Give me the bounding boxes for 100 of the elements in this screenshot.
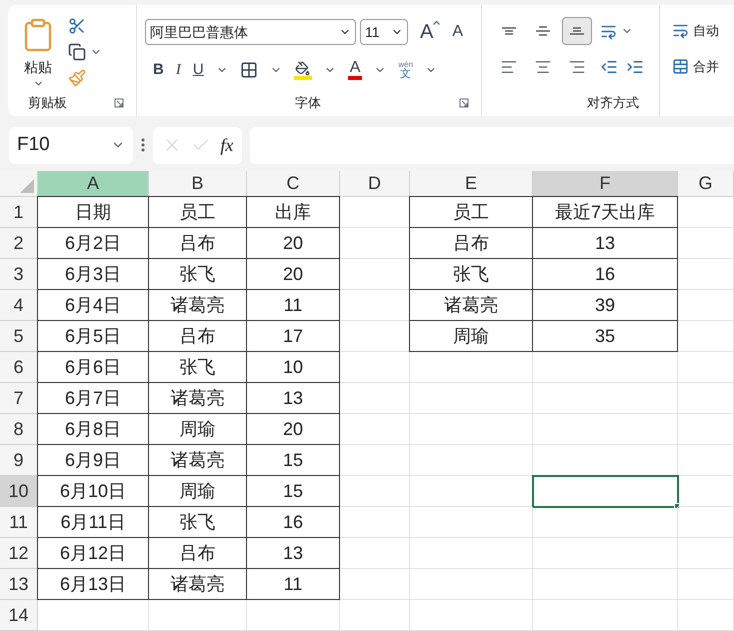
empty-cell[interactable] [678, 507, 734, 538]
empty-cell[interactable] [678, 197, 734, 228]
increase-indent-icon[interactable] [626, 58, 644, 76]
grow-font-button[interactable]: A [416, 17, 444, 47]
phonetic-button[interactable]: wén 文 [398, 60, 414, 80]
wrap-text-button[interactable]: 自动 [672, 21, 719, 40]
active-cell[interactable] [533, 476, 678, 507]
fill-bucket-icon[interactable] [295, 60, 310, 76]
table-cell: 11 [246, 568, 340, 600]
table-cell: 周瑜 [409, 320, 533, 352]
table-cell: 6月13日 [37, 568, 149, 600]
row-header[interactable]: 9 [0, 445, 38, 476]
empty-cell[interactable] [533, 569, 678, 600]
row-header[interactable]: 10 [0, 476, 38, 507]
empty-cell[interactable] [678, 290, 734, 321]
empty-cell[interactable] [410, 507, 533, 538]
empty-cell[interactable] [678, 321, 734, 352]
paintbrush-icon[interactable] [68, 69, 86, 87]
scissors-icon[interactable] [68, 17, 86, 35]
column-header[interactable]: G [678, 171, 734, 197]
row-header[interactable]: 8 [0, 414, 38, 445]
column-header[interactable]: B [149, 171, 247, 197]
bold-button[interactable]: B [153, 59, 164, 82]
empty-cell[interactable] [340, 600, 410, 631]
select-all-icon[interactable] [20, 179, 34, 193]
empty-cell[interactable] [533, 538, 678, 569]
shrink-font-button[interactable]: A [448, 20, 468, 44]
column-header[interactable]: F [533, 171, 678, 197]
empty-cell[interactable] [410, 383, 533, 414]
empty-cell[interactable] [678, 600, 734, 631]
empty-cell[interactable] [533, 507, 678, 538]
row-header[interactable]: 2 [0, 228, 38, 259]
vertical-align-button[interactable] [562, 17, 592, 45]
font-size-dropdown[interactable]: 11 [360, 19, 408, 45]
row-header[interactable]: 7 [0, 383, 38, 414]
wrap-icon [672, 22, 689, 40]
row-header[interactable]: 4 [0, 290, 38, 321]
empty-cell[interactable] [340, 507, 410, 538]
empty-cell[interactable] [533, 414, 678, 445]
empty-cell[interactable] [678, 352, 734, 383]
empty-cell[interactable] [149, 600, 247, 631]
empty-cell[interactable] [533, 383, 678, 414]
paste-button[interactable]: 粘贴 [20, 13, 56, 90]
empty-cell[interactable] [678, 383, 734, 414]
empty-cell[interactable] [340, 445, 410, 476]
empty-cell[interactable] [678, 445, 734, 476]
table-cell: 35 [532, 320, 678, 352]
empty-cell[interactable] [340, 383, 410, 414]
italic-button[interactable]: I [176, 59, 181, 82]
empty-cell[interactable] [340, 352, 410, 383]
borders-icon[interactable] [240, 61, 258, 80]
table-cell: 员工 [409, 196, 533, 228]
empty-cell[interactable] [247, 600, 340, 631]
row-header[interactable]: 13 [0, 569, 38, 600]
merge-button[interactable]: 合并 [672, 56, 719, 76]
copy-icon[interactable] [68, 43, 86, 61]
empty-cell[interactable] [678, 228, 734, 259]
row-header[interactable]: 6 [0, 352, 38, 383]
font-color-button[interactable]: A [348, 60, 362, 80]
empty-cell[interactable] [410, 445, 533, 476]
group-label: 剪贴板 [28, 94, 67, 112]
empty-cell[interactable] [410, 538, 533, 569]
column-header[interactable]: D [340, 171, 410, 197]
column-header[interactable]: C [247, 171, 340, 197]
empty-cell[interactable] [678, 414, 734, 445]
empty-cell[interactable] [678, 569, 734, 600]
insert-function-button[interactable]: fx [220, 132, 234, 159]
name-box[interactable]: F10 [9, 126, 133, 164]
empty-cell[interactable] [410, 600, 533, 631]
empty-cell[interactable] [678, 259, 734, 290]
fill-color-bar [294, 76, 312, 80]
empty-cell[interactable] [533, 352, 678, 383]
font-name-dropdown[interactable]: 阿里巴巴普惠体 [145, 19, 356, 45]
align-middle-icon [535, 26, 551, 36]
row-header[interactable]: 12 [0, 538, 38, 569]
row-header[interactable]: 3 [0, 259, 38, 290]
empty-cell[interactable] [678, 538, 734, 569]
row-header[interactable]: 11 [0, 507, 38, 538]
column-header[interactable]: E [410, 171, 533, 197]
row-header[interactable]: 14 [0, 600, 38, 631]
dialog-launcher-icon[interactable] [114, 98, 124, 108]
row-header[interactable]: 5 [0, 321, 38, 352]
empty-cell[interactable] [678, 476, 734, 507]
empty-cell[interactable] [340, 476, 410, 507]
empty-cell[interactable] [410, 414, 533, 445]
empty-cell[interactable] [533, 600, 678, 631]
dialog-launcher-icon[interactable] [459, 98, 469, 108]
column-header[interactable]: A [38, 171, 149, 197]
dots-icon[interactable] [141, 138, 145, 152]
align-left-icon [500, 58, 518, 76]
row-header[interactable]: 1 [0, 197, 38, 228]
underline-button[interactable]: U [192, 59, 204, 82]
align-center-icon [534, 58, 552, 76]
group-label: 字体 [295, 94, 321, 112]
empty-cell[interactable] [340, 569, 410, 600]
empty-cell[interactable] [410, 352, 533, 383]
empty-cell[interactable] [340, 414, 410, 445]
decrease-indent-icon[interactable] [600, 58, 618, 76]
empty-cell[interactable] [340, 538, 410, 569]
empty-cell[interactable] [410, 569, 533, 600]
